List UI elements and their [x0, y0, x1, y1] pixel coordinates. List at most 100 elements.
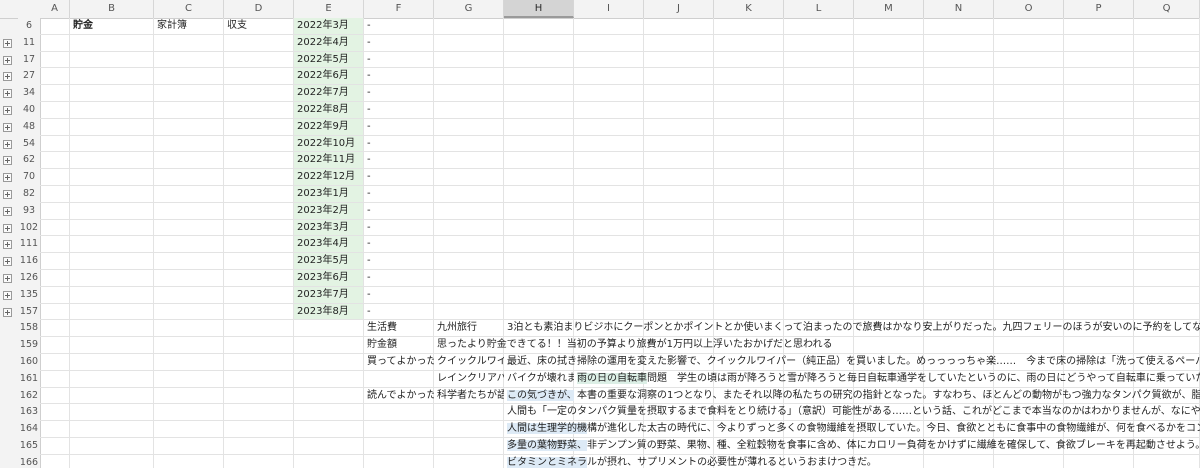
- column-header-p[interactable]: P: [1064, 0, 1134, 18]
- column-header-h[interactable]: H: [504, 0, 574, 18]
- cell-f70[interactable]: -: [364, 169, 1200, 185]
- row-number[interactable]: 40: [18, 102, 40, 118]
- cell-f82[interactable]: -: [364, 186, 1200, 202]
- cell-e70[interactable]: 2022年12月: [294, 169, 364, 185]
- row-number[interactable]: 165: [18, 438, 40, 454]
- row-number[interactable]: 116: [18, 253, 40, 269]
- expand-group-icon[interactable]: [3, 207, 12, 216]
- expand-group-icon[interactable]: [3, 240, 12, 249]
- row-number[interactable]: 135: [18, 287, 40, 303]
- row-number[interactable]: 6: [18, 18, 40, 34]
- column-header-j[interactable]: J: [644, 0, 714, 18]
- cell-h161[interactable]: バイクが壊れま: [504, 371, 574, 387]
- cell-i162[interactable]: 本書の重要な洞察の1つとなり、またそれ以降の私たちの研究の指針となった。すなわち…: [574, 388, 1200, 404]
- cell-f111[interactable]: -: [364, 236, 1200, 252]
- cell-d6[interactable]: 収支: [224, 18, 294, 34]
- row-number[interactable]: 17: [18, 52, 40, 68]
- expand-group-icon[interactable]: [3, 106, 12, 115]
- row-number[interactable]: 157: [18, 304, 40, 320]
- expand-group-icon[interactable]: [3, 190, 12, 199]
- expand-group-icon[interactable]: [3, 56, 12, 65]
- row-number[interactable]: 102: [18, 220, 40, 236]
- cell-g162[interactable]: 科学者たちが語: [434, 388, 504, 404]
- cell-f159[interactable]: 貯金額: [364, 337, 434, 353]
- cell-f158[interactable]: 生活費: [364, 320, 434, 336]
- cell-h158[interactable]: 3泊とも素泊まりビジホにクーポンとかポイントとか使いまくって泊まったので旅費はか…: [504, 320, 1200, 336]
- cell-f54[interactable]: -: [364, 136, 1200, 152]
- expand-group-icon[interactable]: [3, 39, 12, 48]
- cell-f27[interactable]: -: [364, 68, 1200, 84]
- cell-f17[interactable]: -: [364, 52, 1200, 68]
- cell-e54[interactable]: 2022年10月: [294, 136, 364, 152]
- cell-h163[interactable]: 人間も「一定のタンパク質量を摂取するまで食料をとり続ける」（意訳）可能性がある……: [504, 404, 1200, 420]
- row-number[interactable]: 93: [18, 203, 40, 219]
- column-header-q[interactable]: Q: [1134, 0, 1200, 18]
- expand-group-icon[interactable]: [3, 140, 12, 149]
- cell-e27[interactable]: 2022年6月: [294, 68, 364, 84]
- column-header-f[interactable]: F: [364, 0, 434, 18]
- expand-group-icon[interactable]: [3, 257, 12, 266]
- row-number[interactable]: 62: [18, 152, 40, 168]
- cell-g161[interactable]: レインクリアバ: [434, 371, 504, 387]
- cell-i161[interactable]: 雨の日の自転車問題 学生の頃は雨が降ろうと雪が降ろうと毎日自転車通学をしていたと…: [574, 371, 1200, 387]
- column-header-a[interactable]: A: [40, 0, 70, 18]
- cell-b6[interactable]: 貯金: [70, 18, 154, 34]
- cell-e157[interactable]: 2023年8月: [294, 304, 364, 320]
- row-number[interactable]: 82: [18, 186, 40, 202]
- cell-e93[interactable]: 2023年2月: [294, 203, 364, 219]
- expand-group-icon[interactable]: [3, 291, 12, 300]
- column-header-b[interactable]: B: [70, 0, 154, 18]
- cell-f102[interactable]: -: [364, 220, 1200, 236]
- row-number[interactable]: 11: [18, 35, 40, 51]
- row-number[interactable]: 48: [18, 119, 40, 135]
- column-header-d[interactable]: D: [224, 0, 294, 18]
- cell-g159[interactable]: 思ったより貯金できてる！！当初の予算より旅費が1万円以上浮いたおかげだと思われる: [434, 337, 1200, 353]
- cell-e135[interactable]: 2023年7月: [294, 287, 364, 303]
- row-number[interactable]: 34: [18, 85, 40, 101]
- cell-g158[interactable]: 九州旅行: [434, 320, 504, 336]
- cell-f6[interactable]: -: [364, 18, 1200, 34]
- column-header-o[interactable]: O: [994, 0, 1064, 18]
- cell-f126[interactable]: -: [364, 270, 1200, 286]
- cell-f135[interactable]: -: [364, 287, 1200, 303]
- row-number[interactable]: 111: [18, 236, 40, 252]
- cell-e40[interactable]: 2022年8月: [294, 102, 364, 118]
- cell-f93[interactable]: -: [364, 203, 1200, 219]
- cell-g160[interactable]: クイックルワイ: [434, 354, 504, 370]
- expand-group-icon[interactable]: [3, 123, 12, 132]
- row-number[interactable]: 27: [18, 68, 40, 84]
- cell-h164[interactable]: 人間は生理学的機構が進化した太古の時代に、今よりずっと多くの食物繊維を摂取してい…: [504, 421, 1200, 437]
- cell-f48[interactable]: -: [364, 119, 1200, 135]
- cell-f157[interactable]: -: [364, 304, 1200, 320]
- cell-e82[interactable]: 2023年1月: [294, 186, 364, 202]
- expand-group-icon[interactable]: [3, 173, 12, 182]
- cell-e62[interactable]: 2022年11月: [294, 152, 364, 168]
- cell-e17[interactable]: 2022年5月: [294, 52, 364, 68]
- cell-f162[interactable]: 読んでよかった: [364, 388, 434, 404]
- cell-c6[interactable]: 家計簿: [154, 18, 224, 34]
- cell-h165[interactable]: 多量の葉物野菜、非デンプン質の野菜、果物、種、全粒穀物を食事に含め、体にカロリー…: [504, 438, 1200, 454]
- cell-f116[interactable]: -: [364, 253, 1200, 269]
- column-header-g[interactable]: G: [434, 0, 504, 18]
- column-header-c[interactable]: C: [154, 0, 224, 18]
- cell-h166[interactable]: ビタミンとミネラルが摂れ、サプリメントの必要性が薄れるというおまけつきだ。: [504, 455, 1200, 468]
- column-header-i[interactable]: I: [574, 0, 644, 18]
- cell-f40[interactable]: -: [364, 102, 1200, 118]
- column-header-m[interactable]: M: [854, 0, 924, 18]
- row-number[interactable]: 126: [18, 270, 40, 286]
- column-header-n[interactable]: N: [924, 0, 994, 18]
- expand-group-icon[interactable]: [3, 308, 12, 317]
- cell-h162[interactable]: この気づきが、: [504, 388, 574, 404]
- cell-f34[interactable]: -: [364, 85, 1200, 101]
- row-number[interactable]: 162: [18, 388, 40, 404]
- row-number[interactable]: 54: [18, 136, 40, 152]
- expand-group-icon[interactable]: [3, 274, 12, 283]
- row-number[interactable]: 159: [18, 337, 40, 353]
- cell-f160[interactable]: 買ってよかった: [364, 354, 434, 370]
- spreadsheet[interactable]: 1 2 ABCDEFGHIJKLMNOPQ 6貯金家計簿収支2022年3月-11…: [0, 0, 1200, 468]
- row-number[interactable]: 164: [18, 421, 40, 437]
- cell-e11[interactable]: 2022年4月: [294, 35, 364, 51]
- expand-group-icon[interactable]: [3, 89, 12, 98]
- row-number[interactable]: 160: [18, 354, 40, 370]
- cell-e116[interactable]: 2023年5月: [294, 253, 364, 269]
